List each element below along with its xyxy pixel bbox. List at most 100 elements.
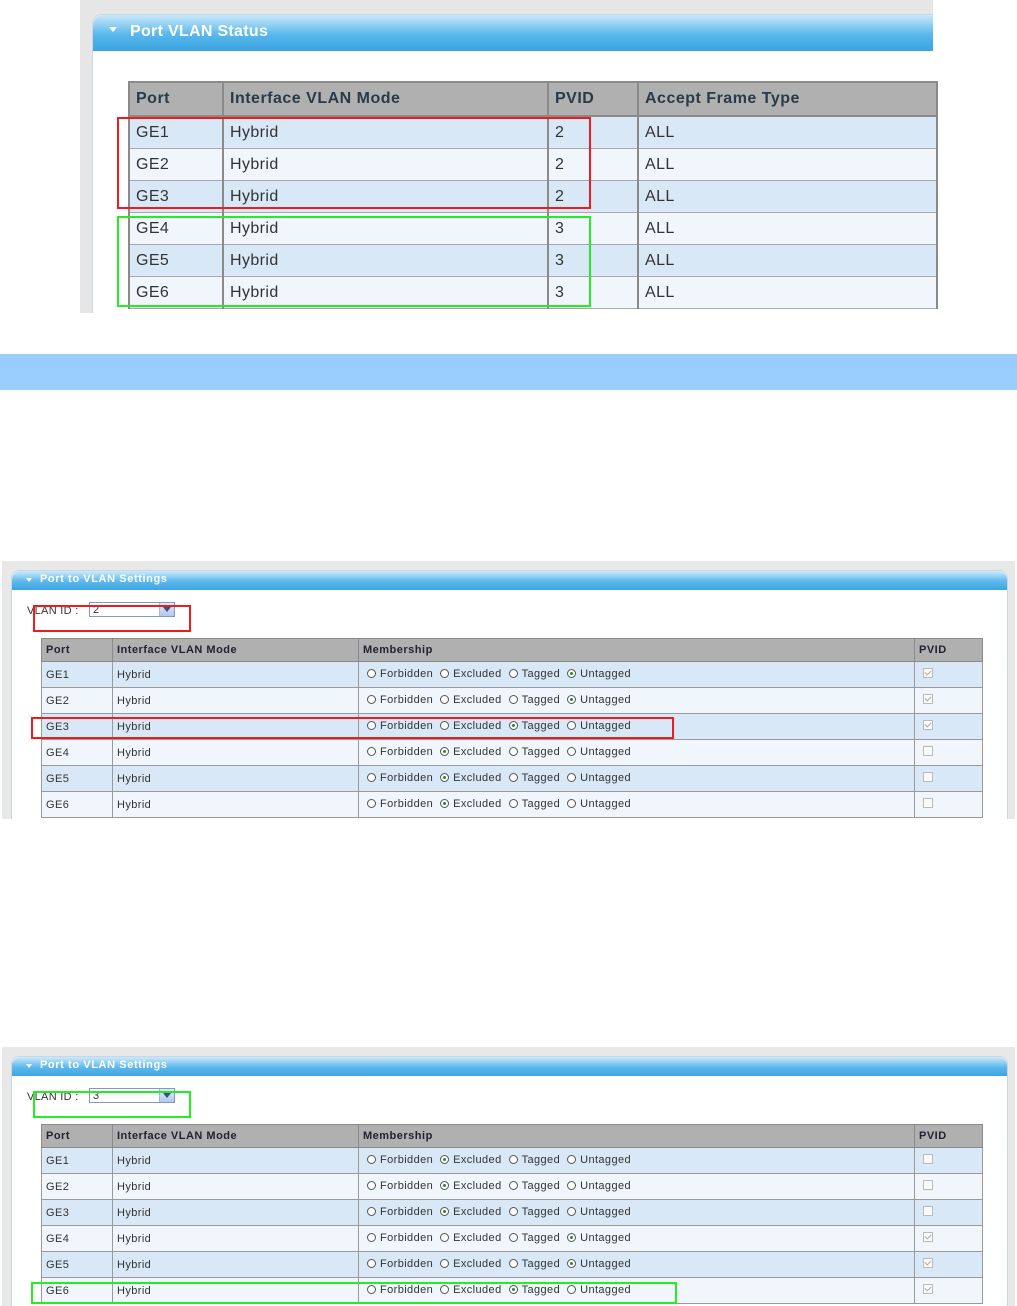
radio-untagged[interactable]: Untagged <box>567 798 631 810</box>
radio-tagged[interactable]: Tagged <box>508 746 561 758</box>
radio-tagged[interactable]: Tagged <box>508 668 561 680</box>
radio-circle[interactable] <box>367 799 376 809</box>
radio-circle[interactable] <box>367 669 376 679</box>
pvid-checkbox[interactable] <box>923 746 933 756</box>
radio-excluded[interactable]: Excluded <box>440 1258 501 1270</box>
radio-untagged[interactable]: Untagged <box>567 1180 631 1192</box>
collapse-triangle-icon[interactable] <box>26 1064 32 1068</box>
radio-circle[interactable] <box>367 773 376 783</box>
radio-forbidden[interactable]: Forbidden <box>367 1284 433 1296</box>
radio-forbidden[interactable]: Forbidden <box>367 720 433 732</box>
radio-forbidden[interactable]: Forbidden <box>367 772 433 784</box>
pvid-checkbox[interactable] <box>923 1284 933 1294</box>
radio-circle[interactable] <box>367 1259 376 1269</box>
collapse-triangle-icon[interactable] <box>26 578 32 582</box>
radio-circle[interactable] <box>567 799 577 809</box>
pvid-checkbox[interactable] <box>923 694 933 704</box>
radio-excluded[interactable]: Excluded <box>440 772 501 784</box>
radio-forbidden[interactable]: Forbidden <box>367 1232 433 1244</box>
radio-forbidden[interactable]: Forbidden <box>367 1258 433 1270</box>
pvid-checkbox[interactable] <box>923 668 933 678</box>
radio-untagged[interactable]: Untagged <box>567 1154 631 1166</box>
radio-untagged[interactable]: Untagged <box>567 720 631 732</box>
panel-header[interactable]: Port VLAN Status <box>93 15 933 51</box>
radio-tagged[interactable]: Tagged <box>508 798 561 810</box>
radio-circle[interactable] <box>508 695 518 705</box>
radio-excluded[interactable]: Excluded <box>440 798 501 810</box>
radio-circle[interactable] <box>440 721 450 731</box>
radio-circle[interactable] <box>567 773 577 783</box>
pvid-checkbox[interactable] <box>923 720 933 730</box>
radio-circle[interactable] <box>508 1285 518 1295</box>
radio-circle[interactable] <box>440 1233 450 1243</box>
radio-tagged[interactable]: Tagged <box>508 1284 561 1296</box>
radio-excluded[interactable]: Excluded <box>440 668 501 680</box>
radio-tagged[interactable]: Tagged <box>508 1258 561 1270</box>
pvid-checkbox[interactable] <box>923 798 933 808</box>
radio-circle[interactable] <box>367 1181 376 1191</box>
radio-excluded[interactable]: Excluded <box>440 720 501 732</box>
radio-tagged[interactable]: Tagged <box>508 772 561 784</box>
radio-excluded[interactable]: Excluded <box>440 1284 501 1296</box>
radio-tagged[interactable]: Tagged <box>508 720 561 732</box>
radio-untagged[interactable]: Untagged <box>567 1258 631 1270</box>
radio-circle[interactable] <box>508 1155 518 1165</box>
radio-circle[interactable] <box>440 1259 450 1269</box>
radio-circle[interactable] <box>440 1155 450 1165</box>
radio-circle[interactable] <box>367 747 376 757</box>
panel-header[interactable]: Port to VLAN Settings <box>12 571 1007 590</box>
radio-circle[interactable] <box>567 1155 577 1165</box>
radio-tagged[interactable]: Tagged <box>508 1232 561 1244</box>
radio-tagged[interactable]: Tagged <box>508 1154 561 1166</box>
radio-circle[interactable] <box>440 747 450 757</box>
radio-tagged[interactable]: Tagged <box>508 1180 561 1192</box>
radio-circle[interactable] <box>440 1285 450 1295</box>
pvid-checkbox[interactable] <box>923 772 933 782</box>
radio-circle[interactable] <box>567 1233 577 1243</box>
radio-forbidden[interactable]: Forbidden <box>367 668 433 680</box>
radio-forbidden[interactable]: Forbidden <box>367 798 433 810</box>
radio-tagged[interactable]: Tagged <box>508 1206 561 1218</box>
pvid-checkbox[interactable] <box>923 1206 933 1216</box>
radio-excluded[interactable]: Excluded <box>440 1206 501 1218</box>
radio-untagged[interactable]: Untagged <box>567 746 631 758</box>
radio-circle[interactable] <box>567 721 577 731</box>
radio-circle[interactable] <box>367 695 376 705</box>
radio-untagged[interactable]: Untagged <box>567 772 631 784</box>
radio-circle[interactable] <box>567 1285 577 1295</box>
radio-forbidden[interactable]: Forbidden <box>367 1180 433 1192</box>
radio-circle[interactable] <box>440 1207 450 1217</box>
radio-circle[interactable] <box>440 1181 450 1191</box>
radio-circle[interactable] <box>567 747 577 757</box>
radio-circle[interactable] <box>440 669 450 679</box>
radio-circle[interactable] <box>440 773 450 783</box>
pvid-checkbox[interactable] <box>923 1258 933 1268</box>
radio-circle[interactable] <box>508 1259 518 1269</box>
radio-circle[interactable] <box>567 1259 577 1269</box>
collapse-triangle-icon[interactable] <box>109 27 117 32</box>
radio-circle[interactable] <box>440 695 450 705</box>
pvid-checkbox[interactable] <box>923 1180 933 1190</box>
radio-circle[interactable] <box>508 1181 518 1191</box>
radio-tagged[interactable]: Tagged <box>508 694 561 706</box>
radio-forbidden[interactable]: Forbidden <box>367 1154 433 1166</box>
radio-circle[interactable] <box>508 1207 518 1217</box>
radio-circle[interactable] <box>508 773 518 783</box>
radio-untagged[interactable]: Untagged <box>567 1232 631 1244</box>
radio-circle[interactable] <box>567 1181 577 1191</box>
radio-circle[interactable] <box>567 669 577 679</box>
radio-circle[interactable] <box>508 799 518 809</box>
radio-untagged[interactable]: Untagged <box>567 694 631 706</box>
radio-circle[interactable] <box>508 1233 518 1243</box>
radio-circle[interactable] <box>367 1285 376 1295</box>
radio-excluded[interactable]: Excluded <box>440 1180 501 1192</box>
radio-circle[interactable] <box>367 721 376 731</box>
radio-excluded[interactable]: Excluded <box>440 694 501 706</box>
radio-circle[interactable] <box>367 1207 376 1217</box>
radio-excluded[interactable]: Excluded <box>440 1154 501 1166</box>
radio-forbidden[interactable]: Forbidden <box>367 1206 433 1218</box>
radio-excluded[interactable]: Excluded <box>440 1232 501 1244</box>
radio-circle[interactable] <box>508 669 518 679</box>
radio-circle[interactable] <box>440 799 450 809</box>
radio-excluded[interactable]: Excluded <box>440 746 501 758</box>
